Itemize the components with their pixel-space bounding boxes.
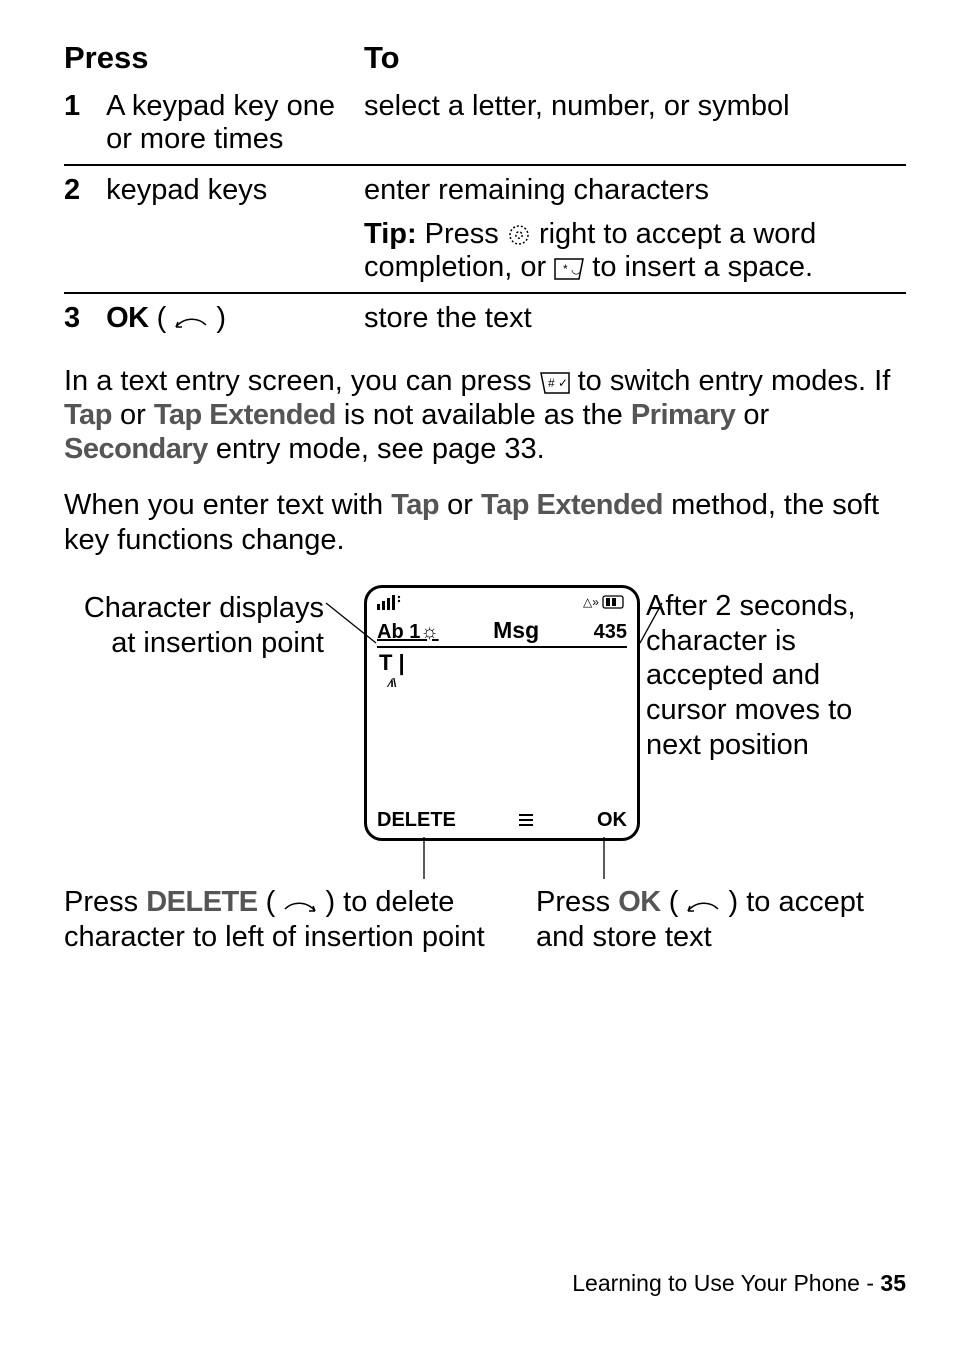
caption-delete: Press DELETE ( ) to delete character to …: [64, 885, 494, 955]
caret-indicator: ⁄ ı \: [389, 676, 394, 690]
illustration: Character displays at insertion point Af…: [64, 585, 906, 985]
to-cell: enter remaining characters: [364, 174, 900, 207]
press-cell: keypad keys: [106, 174, 346, 207]
to-cell: store the text: [364, 293, 906, 343]
entry-mode: Ab 1☼: [377, 621, 439, 644]
caption-ok: Press OK ( ) to accept and store text: [536, 885, 906, 955]
svg-text:# ✓: # ✓: [548, 376, 568, 390]
right-softkey-icon: [686, 897, 720, 915]
signal-icon: [377, 594, 403, 615]
table-row: 1 A keypad key one or more times select …: [64, 82, 906, 166]
tip-line: Tip: Press right to accept a word comple…: [364, 218, 900, 285]
press-cell: A keypad key one or more times: [106, 90, 346, 157]
callout-right: After 2 seconds, character is accepted a…: [646, 589, 906, 763]
nav-ring-icon: [507, 223, 531, 247]
table-row: 2 keypad keys enter remaining characters…: [64, 165, 906, 293]
page-number: 35: [880, 1270, 906, 1296]
hash-key-icon: # ✓: [540, 372, 570, 394]
text-area[interactable]: T | ⁄ ı \: [377, 646, 627, 778]
step-number: 3: [64, 302, 98, 335]
svg-text:* ◡: * ◡: [563, 262, 581, 276]
press-cell: OK ( ): [106, 302, 346, 335]
left-softkey-icon: [283, 897, 317, 915]
ok-label: OK: [106, 302, 149, 334]
char-count: 435: [594, 621, 627, 644]
paragraph-switch-modes: In a text entry screen, you can press # …: [64, 364, 906, 467]
screen-title: Msg: [493, 617, 539, 644]
step-number: 2: [64, 174, 98, 207]
asterisk-key-icon: * ◡: [554, 258, 584, 280]
softkey-left[interactable]: DELETE: [377, 809, 456, 832]
entered-text: T |: [379, 650, 405, 676]
paragraph-softkeys-change: When you enter text with Tap or Tap Exte…: [64, 488, 906, 556]
page-footer: Learning to Use Your Phone - 35: [64, 1270, 906, 1297]
right-softkey-icon: [174, 313, 208, 331]
callout-left: Character displays at insertion point: [64, 591, 324, 661]
col-header-to: To: [364, 36, 906, 82]
step-number: 1: [64, 90, 98, 123]
to-cell: select a letter, number, or symbol: [364, 82, 906, 166]
softkey-right[interactable]: OK: [597, 809, 627, 832]
menu-icon[interactable]: [519, 814, 533, 826]
instruction-table: Press To 1 A keypad key one or more time…: [64, 36, 906, 344]
battery-icon: △»: [583, 594, 627, 615]
footer-label: Learning to Use Your Phone -: [572, 1270, 880, 1296]
phone-screen: △» Ab 1☼ Msg 435 T | ⁄ ı \ DELETE: [364, 585, 640, 841]
table-row: 3 OK ( ) store the text: [64, 293, 906, 343]
svg-text:△»: △»: [583, 595, 599, 609]
col-header-press: Press: [64, 36, 364, 82]
tip-label: Tip:: [364, 218, 417, 250]
